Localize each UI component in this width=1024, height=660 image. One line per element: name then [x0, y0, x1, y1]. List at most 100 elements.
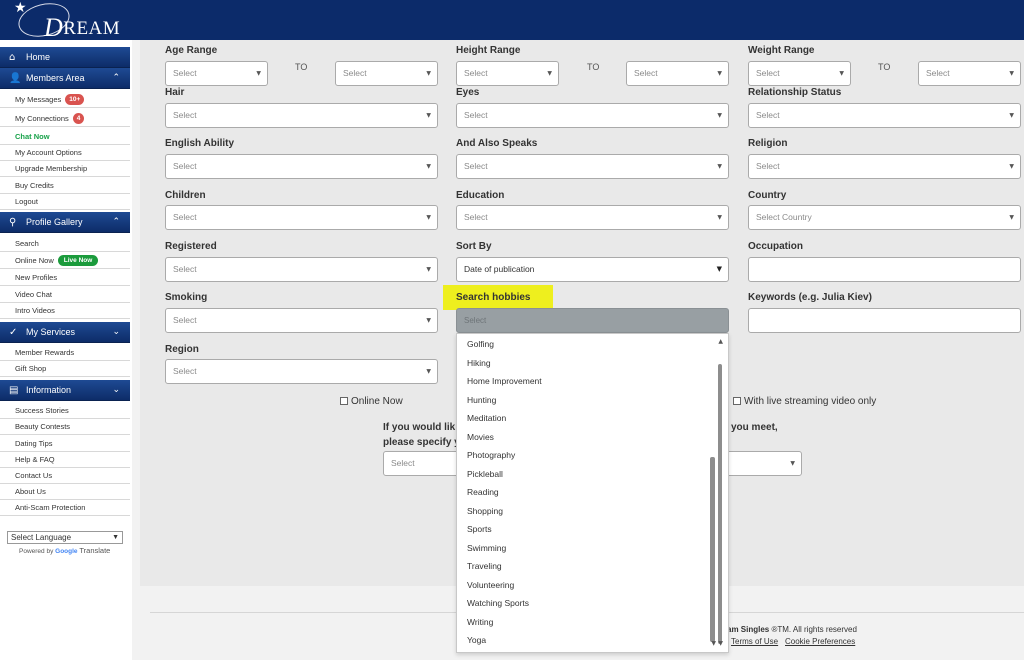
google-logo: Google [55, 548, 78, 555]
check-icon: ✓ [9, 327, 18, 338]
sidebar-item-contact-us[interactable]: Contact Us [0, 468, 130, 484]
online-now-label: Online Now [351, 396, 403, 407]
sidebar-item-member-rewards[interactable]: Member Rewards [0, 345, 130, 361]
specify-text-line2: please specify y [383, 437, 460, 448]
hobby-option[interactable]: Yoga [467, 635, 486, 645]
region-label: Region [165, 344, 199, 355]
eyes-select[interactable]: Select ▼ [456, 103, 729, 128]
scroll-down-arrow-icon[interactable]: ▼ [711, 640, 716, 647]
hobby-option[interactable]: Meditation [467, 413, 506, 423]
age-max-select[interactable]: Select ▼ [335, 61, 438, 86]
hobby-option[interactable]: Shopping [467, 506, 503, 516]
sidebar-item-online-now[interactable]: Online Now Live Now [0, 253, 130, 269]
english-ability-select[interactable]: Select ▼ [165, 154, 438, 179]
country-select[interactable]: Select Country ▼ [748, 205, 1021, 230]
terms-of-use-link[interactable]: Terms of Use [731, 637, 778, 646]
hobby-option[interactable]: Volunteering [467, 580, 514, 590]
sidebar-item-my-messages[interactable]: My Messages 10+ [0, 92, 130, 108]
live-now-badge: Live Now [57, 255, 99, 266]
logo-text-big: D [44, 13, 64, 42]
education-select[interactable]: Select ▼ [456, 205, 729, 230]
language-select[interactable]: Select Language ▼ [7, 531, 123, 544]
hair-select[interactable]: Select ▼ [165, 103, 438, 128]
sidebar-item-my-connections[interactable]: My Connections 4 [0, 111, 130, 127]
region-select[interactable]: Select ▼ [165, 359, 438, 384]
dream-singles-logo[interactable]: ★ DREAM SINGLES [14, 0, 164, 62]
chevron-down-icon: ▼ [717, 163, 722, 170]
online-now-checkbox[interactable]: Online Now [340, 396, 403, 407]
registered-select[interactable]: Select ▼ [165, 257, 438, 282]
sidebar-item-dating-tips[interactable]: Dating Tips [0, 436, 130, 452]
eyes-label: Eyes [456, 87, 480, 98]
hobby-option[interactable]: Hiking [467, 358, 491, 368]
english-ability-label: English Ability [165, 138, 235, 149]
education-label: Education [456, 190, 505, 201]
hobby-option[interactable]: Reading [467, 487, 499, 497]
scrollbar-thumb[interactable] [718, 364, 722, 644]
hobby-option[interactable]: Sports [467, 524, 492, 534]
sidebar-item-gift-shop[interactable]: Gift Shop [0, 361, 130, 377]
keywords-input[interactable] [748, 308, 1021, 333]
sidebar-item-help-faq[interactable]: Help & FAQ [0, 452, 130, 468]
sidebar-item-account-options[interactable]: My Account Options [0, 145, 130, 161]
sidebar-my-services[interactable]: ✓ My Services ⌄ [0, 322, 130, 343]
weight-min-select[interactable]: Select ▼ [748, 61, 851, 86]
sidebar-home[interactable]: ⌂ Home [0, 47, 130, 68]
sidebar-item-search[interactable]: Search [0, 236, 130, 252]
smoking-value: Select [173, 315, 197, 325]
hobby-option[interactable]: Writing [467, 617, 493, 627]
sidebar-item-chat-now[interactable]: Chat Now [0, 129, 130, 145]
hobby-option[interactable]: Golfing [467, 339, 494, 349]
sidebar-item-intro-videos[interactable]: Intro Videos [0, 303, 130, 319]
sidebar-information[interactable]: ▤ Information ⌄ [0, 380, 130, 401]
sidebar-item-video-chat[interactable]: Video Chat [0, 287, 130, 303]
live-streaming-label: With live streaming video only [744, 396, 877, 407]
inner-scrollbar-thumb[interactable] [710, 457, 715, 642]
cookie-preferences-link[interactable]: Cookie Preferences [785, 637, 855, 646]
sidebar-members-area[interactable]: 👤 Members Area ⌃ [0, 68, 130, 89]
age-min-value: Select [173, 68, 197, 78]
children-select[interactable]: Select ▼ [165, 205, 438, 230]
height-min-select[interactable]: Select ▼ [456, 61, 559, 86]
occupation-input[interactable] [748, 257, 1021, 282]
hobby-option[interactable]: Traveling [467, 561, 502, 571]
also-speaks-select[interactable]: Select ▼ [456, 154, 729, 179]
scroll-up-arrow-icon[interactable]: ▲ [718, 338, 723, 345]
hobby-option[interactable]: Home Improvement [467, 376, 542, 386]
smoking-select[interactable]: Select ▼ [165, 308, 438, 333]
sidebar-item-about-us[interactable]: About Us [0, 484, 130, 500]
sidebar-item-anti-scam[interactable]: Anti-Scam Protection [0, 500, 130, 516]
weight-min-value: Select [756, 68, 780, 78]
sidebar-item-logout[interactable]: Logout [0, 194, 130, 210]
sidebar-item-upgrade-membership[interactable]: Upgrade Membership [0, 161, 130, 177]
hobbies-dropdown-list[interactable]: Golfing Hiking Home Improvement Hunting Medi… [456, 333, 729, 653]
hobby-option[interactable]: Movies [467, 432, 494, 442]
live-streaming-checkbox[interactable]: With live streaming video only [733, 396, 876, 407]
sidebar-item-new-profiles[interactable]: New Profiles [0, 270, 130, 286]
hobby-option[interactable]: Swimming [467, 543, 506, 553]
height-max-select[interactable]: Select ▼ [626, 61, 729, 86]
hobby-option[interactable]: Photography [467, 450, 515, 460]
weight-max-select[interactable]: Select ▼ [918, 61, 1021, 86]
height-range-label: Height Range [456, 45, 521, 56]
hobby-option[interactable]: Pickleball [467, 469, 503, 479]
age-min-select[interactable]: Select ▼ [165, 61, 268, 86]
relationship-status-select[interactable]: Select ▼ [748, 103, 1021, 128]
hobby-option[interactable]: Watching Sports [467, 598, 529, 608]
sort-by-select[interactable]: Date of publication ▼ [456, 257, 729, 282]
sidebar-item-buy-credits[interactable]: Buy Credits [0, 178, 130, 194]
age-max-value: Select [343, 68, 367, 78]
search-hobbies-input[interactable]: Select [456, 308, 729, 333]
height-to-label: TO [587, 62, 600, 72]
hair-value: Select [173, 110, 197, 120]
hobby-option[interactable]: Hunting [467, 395, 496, 405]
height-max-value: Select [634, 68, 658, 78]
search-hobbies-label: Search hobbies [456, 292, 531, 303]
sidebar-item-beauty-contests[interactable]: Beauty Contests [0, 419, 130, 435]
search-icon: ⚲ [9, 217, 17, 228]
sidebar-item-success-stories[interactable]: Success Stories [0, 403, 130, 419]
scroll-down-arrow-icon[interactable]: ▼ [718, 640, 723, 647]
sidebar-profile-gallery[interactable]: ⚲ Profile Gallery ⌃ [0, 212, 130, 233]
chevron-down-icon: ▼ [426, 317, 431, 324]
religion-select[interactable]: Select ▼ [748, 154, 1021, 179]
